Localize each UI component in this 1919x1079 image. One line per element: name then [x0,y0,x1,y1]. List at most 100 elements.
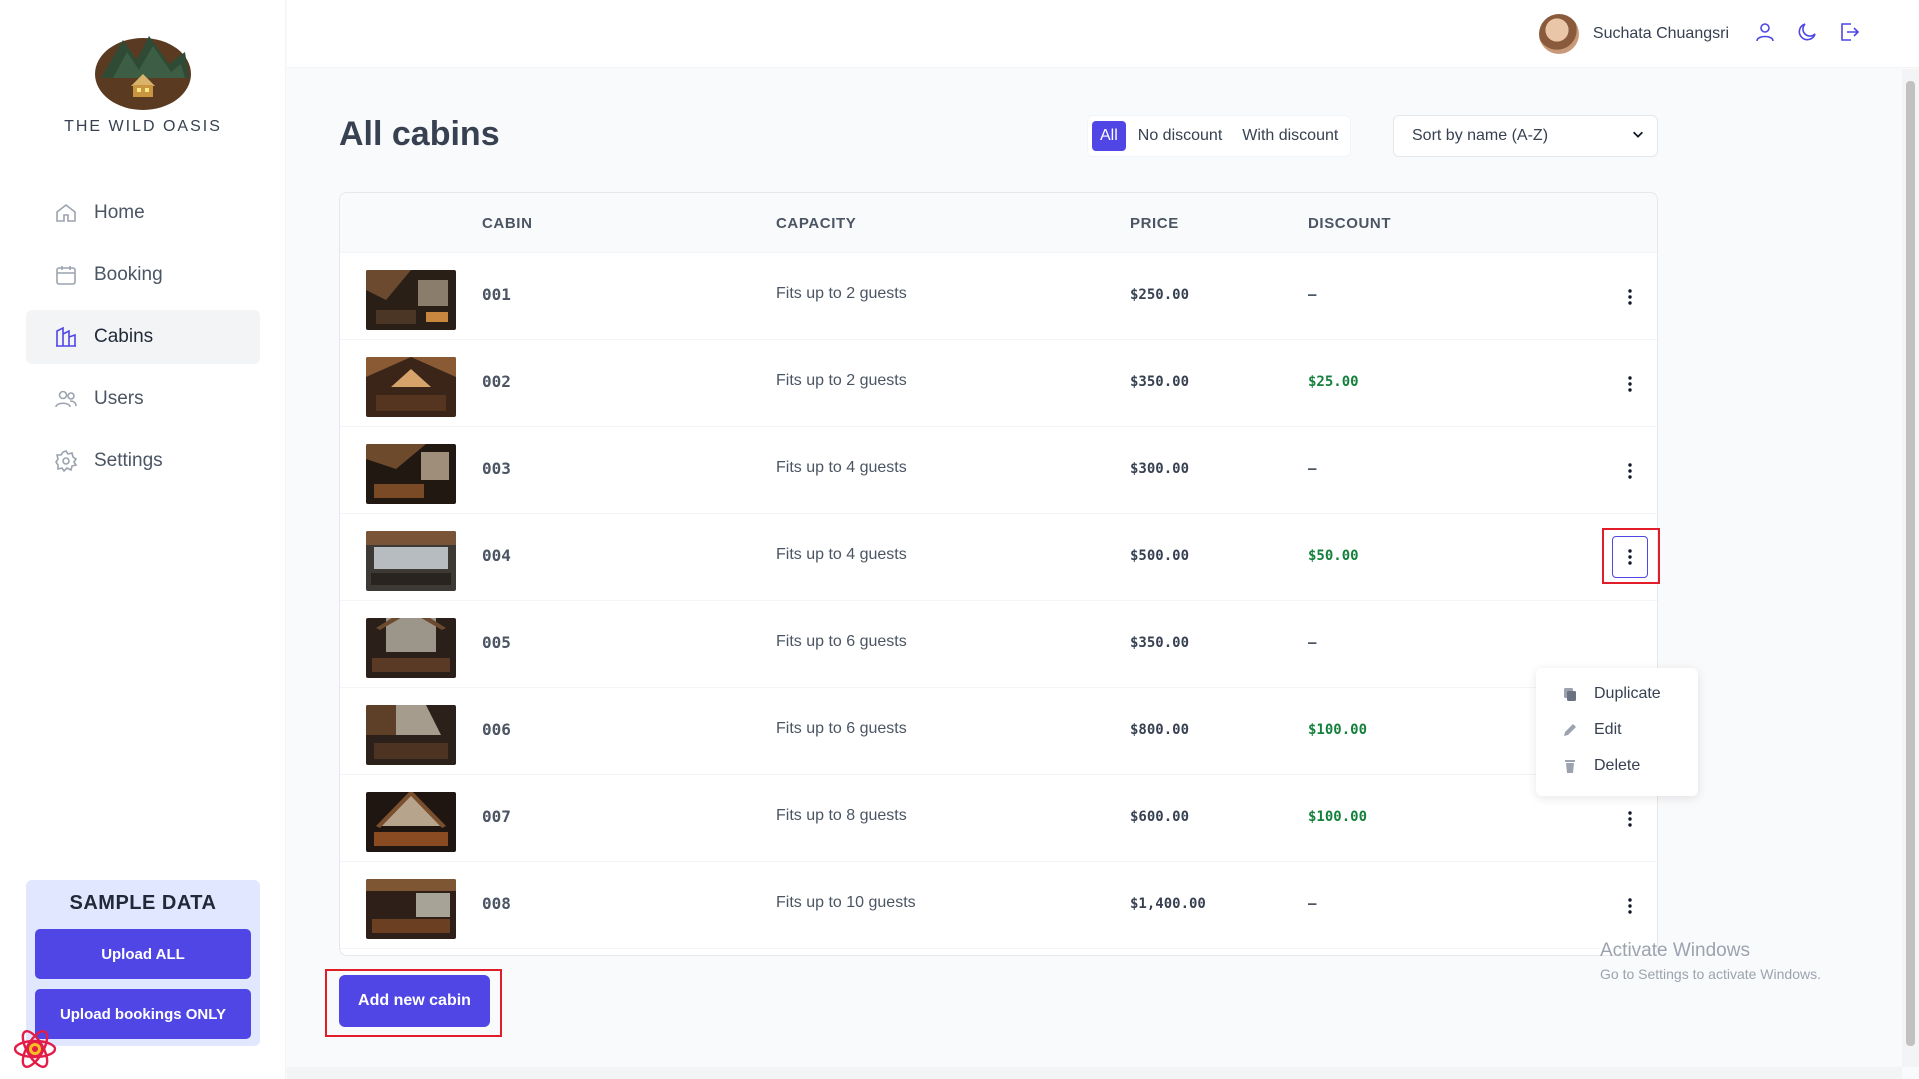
sidebar-item-label: Cabins [94,326,154,347]
sort-select[interactable]: Sort by name (A-Z) [1393,115,1658,157]
sidebar-item-label: Home [94,202,145,223]
cabins-table: CABIN CAPACITY PRICE DISCOUNT 001 Fits u… [339,192,1698,956]
cabin-discount: $25.00 [1308,374,1359,390]
cabin-name: 002 [482,372,511,391]
cabin-price: $1,400.00 [1130,896,1206,912]
top-header: Suchata Chuangsri [287,0,1919,68]
watermark-title: Activate Windows [1600,940,1750,961]
menu-item-label: Edit [1594,721,1622,738]
watermark-subtitle: Go to Settings to activate Windows. [1600,966,1821,982]
sample-data-title: SAMPLE DATA [69,892,217,914]
cabin-capacity: Fits up to 8 guests [776,807,907,824]
cabin-price: $300.00 [1130,461,1190,477]
more-vertical-icon [1628,811,1632,827]
upload-all-button[interactable]: Upload ALL [35,929,251,979]
sidebar-item-settings[interactable]: Settings [26,434,260,488]
home-icon [54,201,78,225]
sidebar-item-cabins[interactable]: Cabins [26,310,260,364]
more-vertical-icon [1628,376,1632,392]
react-devtools-icon[interactable] [12,1026,58,1072]
highlight-box [1602,528,1660,584]
cabin-price: $350.00 [1130,635,1190,651]
cabin-image [366,705,456,765]
logo-image [95,36,191,110]
menu-item-label: Delete [1594,757,1641,774]
cabin-name: 001 [482,285,511,304]
sidebar-item-booking[interactable]: Booking [26,248,260,302]
filter-all-button[interactable]: All [1092,121,1126,151]
sample-data-panel: SAMPLE DATA Upload ALL Upload bookings O… [26,880,260,1046]
table-row: 003 Fits up to 4 guests $300.00 — [340,427,1657,514]
vertical-scrollbar[interactable] [1902,69,1919,1067]
cabin-image [366,444,456,504]
column-header-cabin: CABIN [482,215,533,232]
cabin-price: $250.00 [1130,287,1190,303]
cabin-price: $350.00 [1130,374,1190,390]
cabin-discount: — [1308,461,1317,477]
horizontal-scrollbar[interactable] [287,1067,1902,1079]
table-row: 007 Fits up to 8 guests $600.00 $100.00 [340,775,1657,862]
calendar-icon [54,263,78,287]
page-title: All cabins [339,115,500,153]
upload-bookings-button[interactable]: Upload bookings ONLY [35,989,251,1039]
menu-item-label: Duplicate [1594,685,1661,702]
more-vertical-icon [1628,898,1632,914]
more-vertical-icon [1628,289,1632,305]
pencil-icon [1562,722,1578,738]
cabin-capacity: Fits up to 6 guests [776,720,907,737]
cabin-image [366,618,456,678]
windows-watermark: Activate Windows Go to Settings to activ… [1600,940,1821,982]
highlight-box [325,969,502,1037]
cabin-discount: $50.00 [1308,548,1359,564]
sidebar-item-users[interactable]: Users [26,372,260,426]
cabin-discount: — [1308,635,1317,651]
sort-select-value: Sort by name (A-Z) [1412,127,1549,144]
cabin-capacity: Fits up to 4 guests [776,459,907,476]
cabin-price: $800.00 [1130,722,1190,738]
user-icon[interactable] [1753,20,1777,44]
table-row: 002 Fits up to 2 guests $350.00 $25.00 [340,340,1657,427]
scrollbar-thumb[interactable] [1906,81,1915,1046]
cabin-price: $500.00 [1130,548,1190,564]
menu-item-edit[interactable]: Edit [1536,712,1698,748]
menu-item-duplicate[interactable]: Duplicate [1536,676,1698,712]
cabin-name: 004 [482,546,511,565]
cabin-image [366,879,456,939]
cabin-image [366,792,456,852]
table-header: CABIN CAPACITY PRICE DISCOUNT [340,193,1657,253]
cabin-image [366,531,456,591]
column-header-discount: DISCOUNT [1308,215,1392,232]
sidebar-item-label: Users [94,388,144,409]
chevron-down-icon [1631,127,1645,146]
row-actions-button[interactable] [1615,804,1645,834]
column-header-price: PRICE [1130,215,1179,232]
row-actions-button[interactable] [1615,369,1645,399]
sidebar-item-label: Settings [94,450,163,471]
user-info: Suchata Chuangsri [1538,14,1729,54]
header-actions [1753,20,1861,44]
moon-icon[interactable] [1795,20,1819,44]
cabin-name: 005 [482,633,511,652]
more-vertical-icon [1628,463,1632,479]
sidebar-item-home[interactable]: Home [26,186,260,240]
cabin-discount: $100.00 [1308,809,1368,825]
cabins-icon [54,325,78,349]
trash-icon [1562,758,1578,774]
row-actions-button[interactable] [1615,891,1645,921]
table-row: 006 Fits up to 6 guests $800.00 $100.00 [340,688,1657,775]
sidebar: THE WILD OASIS Home Booking Cabins Users [0,0,286,1079]
duplicate-icon [1562,686,1578,702]
cabin-image [366,357,456,417]
table-row: 005 Fits up to 6 guests $350.00 — [340,601,1657,688]
logout-icon[interactable] [1837,20,1861,44]
logo: THE WILD OASIS [0,30,286,136]
filter-with-discount-button[interactable]: With discount [1234,121,1346,151]
cabin-capacity: Fits up to 4 guests [776,546,907,563]
filter-no-discount-button[interactable]: No discount [1130,121,1231,151]
cabin-capacity: Fits up to 6 guests [776,633,907,650]
menu-item-delete[interactable]: Delete [1536,748,1698,784]
main-nav: Home Booking Cabins Users Settings [26,186,260,496]
row-actions-button[interactable] [1615,282,1645,312]
row-actions-button[interactable] [1615,456,1645,486]
brand-name: THE WILD OASIS [64,118,222,135]
